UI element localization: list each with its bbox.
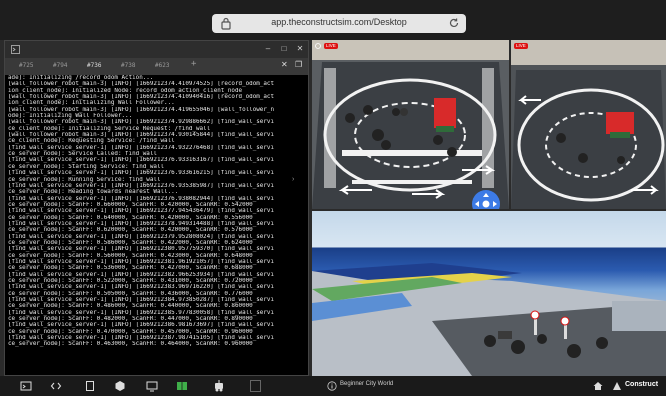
robot-camera-left: LIVE bbox=[312, 40, 509, 209]
address-bar[interactable]: app.theconstructsim.com/Desktop bbox=[212, 14, 466, 33]
brand-name: Construct bbox=[625, 381, 659, 388]
tab-725[interactable]: #725 bbox=[19, 62, 33, 69]
construct-logo-icon bbox=[613, 382, 621, 390]
tab-623[interactable]: #623 bbox=[155, 62, 169, 69]
reload-icon[interactable] bbox=[448, 17, 460, 29]
camera-scene-right bbox=[511, 40, 666, 209]
maximize-button[interactable]: □ bbox=[279, 44, 289, 54]
tab-split-icon[interactable]: ❐ bbox=[295, 60, 302, 69]
browser-toolbar: app.theconstructsim.com/Desktop bbox=[0, 0, 666, 40]
tab-close-icon[interactable]: ✕ bbox=[281, 60, 288, 69]
terminal-app-icon[interactable] bbox=[20, 380, 32, 392]
cube-icon[interactable] bbox=[114, 380, 126, 392]
gazebo-3d-view[interactable] bbox=[312, 211, 666, 376]
sim-scene bbox=[312, 263, 666, 376]
terminal-line: [find_wall_service_server-1] [INFO] [166… bbox=[8, 195, 274, 202]
terminal-line: [find_wall_service_server-1] [INFO] [166… bbox=[8, 157, 274, 164]
robot-icon[interactable] bbox=[212, 379, 226, 393]
code-editor-icon[interactable] bbox=[50, 380, 62, 392]
terminal-titlebar[interactable]: – □ ✕ bbox=[5, 41, 308, 58]
dpad-arrows-icon[interactable] bbox=[472, 190, 500, 209]
terminal-icon bbox=[11, 45, 20, 54]
world-name: Beginner City World bbox=[340, 381, 394, 387]
terminal-line: [find_wall_service_server-1] [INFO] [166… bbox=[8, 322, 274, 329]
tab-738[interactable]: #738 bbox=[121, 62, 135, 69]
terminal-line: [wall_follower_robot_main-3] [INFO] [166… bbox=[8, 81, 274, 88]
terminal-window[interactable]: – □ ✕ #725 #794 #736 #738 #623 + ✕ ❐ ade… bbox=[4, 40, 309, 376]
close-button[interactable]: ✕ bbox=[295, 44, 305, 54]
expand-arrow-icon[interactable]: › bbox=[292, 176, 298, 184]
live-badge: LIVE bbox=[514, 43, 528, 49]
home-icon[interactable] bbox=[592, 380, 604, 392]
live-badge: LIVE bbox=[324, 43, 338, 49]
bottom-taskbar: Beginner City World Construct bbox=[0, 376, 666, 396]
info-icon bbox=[327, 381, 337, 391]
book-icon[interactable] bbox=[176, 380, 188, 392]
terminal-line: ce_server_node]: ScanFF: 0.463000, ScanF… bbox=[8, 341, 253, 348]
empty-slot[interactable] bbox=[250, 380, 261, 392]
terminal-line: [find_wall_service_server-1] [INFO] [166… bbox=[8, 284, 274, 291]
terminal-line: [find_wall_service_server-1] [INFO] [166… bbox=[8, 246, 274, 253]
url-text: app.theconstructsim.com/Desktop bbox=[271, 17, 407, 27]
monitor-icon[interactable] bbox=[146, 380, 158, 392]
new-tab-button[interactable]: + bbox=[191, 59, 196, 69]
camera-icon bbox=[315, 43, 321, 49]
terminal-line: [wall_follower_robot_main-3] [INFO] [166… bbox=[8, 119, 274, 126]
tab-794[interactable]: #794 bbox=[53, 62, 67, 69]
terminal-line: [find_wall_service_server-1] [INFO] [166… bbox=[8, 170, 274, 177]
minimize-button[interactable]: – bbox=[263, 44, 273, 54]
terminal-line: [find_wall_service_server-1] [INFO] [166… bbox=[8, 208, 274, 215]
terminal-line: [find_wall_service_server-1] [INFO] [166… bbox=[8, 233, 274, 240]
tab-736[interactable]: #736 bbox=[87, 62, 101, 69]
camera-scene-left bbox=[312, 40, 509, 209]
terminal-tabs: #725 #794 #736 #738 #623 + ✕ ❐ bbox=[5, 58, 308, 75]
notebook-icon[interactable] bbox=[84, 380, 96, 392]
terminal-output[interactable]: ade]: Initializing /record_odom Action..… bbox=[8, 75, 306, 375]
robot-camera-right: LIVE bbox=[511, 40, 666, 209]
